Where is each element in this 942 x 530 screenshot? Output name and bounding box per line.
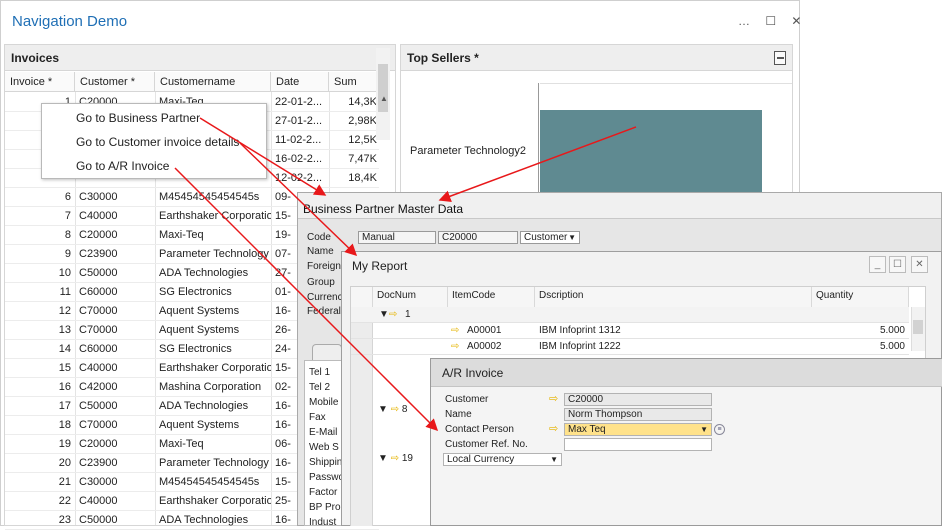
arrow-chart-to-bp — [438, 126, 637, 202]
arrow-to-report — [239, 142, 358, 257]
navigation-arrows — [174, 117, 637, 432]
arrow-to-bp — [199, 117, 327, 196]
